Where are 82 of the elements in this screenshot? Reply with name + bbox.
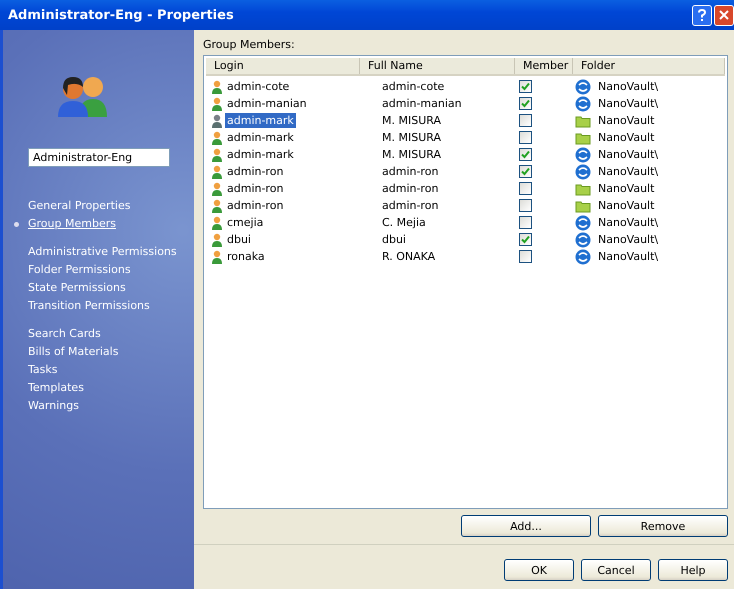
member-checkbox[interactable]	[519, 216, 532, 229]
list-action-button[interactable]: Add...	[461, 515, 591, 537]
login-cell[interactable]: admin-mark	[225, 130, 296, 145]
full-name-cell-text: admin-ron	[381, 165, 440, 178]
nav-link[interactable]: Group Members	[3, 215, 116, 233]
vault-icon	[575, 214, 591, 230]
dialog-button[interactable]: Cancel	[581, 559, 651, 581]
folder-icon	[575, 198, 591, 212]
folder-cell: NanoVault\	[598, 148, 658, 161]
full-name-cell-text: M. MISURA	[381, 131, 442, 144]
folder-cell: NanoVault\	[598, 233, 658, 246]
member-checkbox[interactable]	[519, 233, 532, 246]
member-checkbox[interactable]	[519, 199, 532, 212]
vault-icon	[575, 146, 591, 162]
full-name-cell-text: admin-cote	[381, 80, 446, 93]
folder-cell: NanoVault	[598, 199, 654, 212]
folder-cell: NanoVault\	[598, 80, 658, 93]
folder-cell: NanoVault	[598, 182, 654, 195]
folder-cell: NanoVault\	[598, 165, 658, 178]
full-name-cell-text: admin-manian	[381, 97, 463, 110]
folder-cell: NanoVault\	[598, 97, 658, 110]
member-checkbox[interactable]	[519, 114, 532, 127]
member-checkbox[interactable]	[519, 148, 532, 161]
full-name-cell-text: C. Mejia	[381, 216, 427, 229]
login-cell[interactable]: admin-mark	[225, 147, 296, 162]
member-checkbox[interactable]	[519, 80, 532, 93]
nav-link[interactable]: Tasks	[3, 361, 58, 379]
folder-icon	[575, 182, 591, 196]
folder-cell: NanoVault\	[598, 216, 658, 229]
login-cell[interactable]: admin-ron	[225, 198, 286, 213]
nav-link[interactable]: Search Cards	[3, 325, 101, 343]
vault-icon	[575, 164, 591, 180]
close-icon	[719, 10, 729, 20]
login-cell[interactable]: ronaka	[225, 249, 267, 264]
login-cell[interactable]: dbui	[225, 232, 253, 247]
login-cell[interactable]: admin-cote	[225, 79, 292, 94]
list-action-button[interactable]: Remove	[598, 515, 728, 537]
help-icon	[698, 9, 706, 21]
vault-icon	[575, 96, 591, 112]
vault-icon	[575, 232, 591, 248]
member-checkbox[interactable]	[519, 182, 532, 195]
member-checkbox[interactable]	[519, 250, 532, 263]
full-name-cell-text: dbui	[381, 233, 407, 246]
nav-link[interactable]: Transition Permissions	[3, 297, 150, 315]
folder-cell: NanoVault	[598, 131, 654, 144]
group-name-field[interactable]: Administrator-Eng	[28, 148, 170, 167]
full-name-cell-text: M. MISURA	[381, 148, 442, 161]
nav-link[interactable]: Folder Permissions	[3, 261, 131, 279]
member-checkbox[interactable]	[519, 97, 532, 110]
nav-link[interactable]: Administrative Permissions	[3, 243, 177, 261]
column-header[interactable]: Full Name	[360, 58, 515, 74]
column-header[interactable]: Login	[206, 58, 360, 74]
login-cell[interactable]: admin-ron	[225, 181, 286, 196]
member-checkbox[interactable]	[519, 131, 532, 144]
column-header[interactable]: Member	[515, 58, 573, 74]
dialog-button[interactable]: OK	[504, 559, 574, 581]
folder-cell: NanoVault	[598, 114, 654, 127]
login-cell[interactable]: cmejia	[225, 215, 266, 230]
column-header[interactable]: Folder	[573, 58, 725, 74]
member-checkbox[interactable]	[519, 165, 532, 178]
login-cell[interactable]: admin-mark	[225, 113, 296, 128]
vault-icon	[575, 78, 591, 94]
folder-icon	[575, 130, 591, 144]
folder-cell: NanoVault\	[598, 250, 658, 263]
section-label: Group Members:	[203, 38, 296, 53]
dialog-button[interactable]: Help	[658, 559, 728, 581]
vault-icon	[575, 248, 591, 264]
folder-icon	[575, 114, 591, 128]
login-cell[interactable]: admin-manian	[225, 96, 309, 111]
window-title: Administrator-Eng - Properties	[8, 8, 235, 22]
nav-link[interactable]: Bills of Materials	[3, 343, 118, 361]
nav-link[interactable]: Warnings	[3, 397, 79, 415]
full-name-cell-text: admin-ron	[381, 182, 440, 195]
full-name-cell-text: admin-ron	[381, 199, 440, 212]
nav-link[interactable]: General Properties	[3, 197, 130, 215]
close-button[interactable]	[714, 4, 734, 26]
help-button[interactable]	[692, 4, 712, 26]
nav-link[interactable]: Templates	[3, 379, 84, 397]
nav-link[interactable]: State Permissions	[3, 279, 126, 297]
full-name-cell-text: R. ONAKA	[381, 250, 436, 263]
login-cell[interactable]: admin-ron	[225, 164, 286, 179]
full-name-cell-text: M. MISURA	[381, 114, 442, 127]
